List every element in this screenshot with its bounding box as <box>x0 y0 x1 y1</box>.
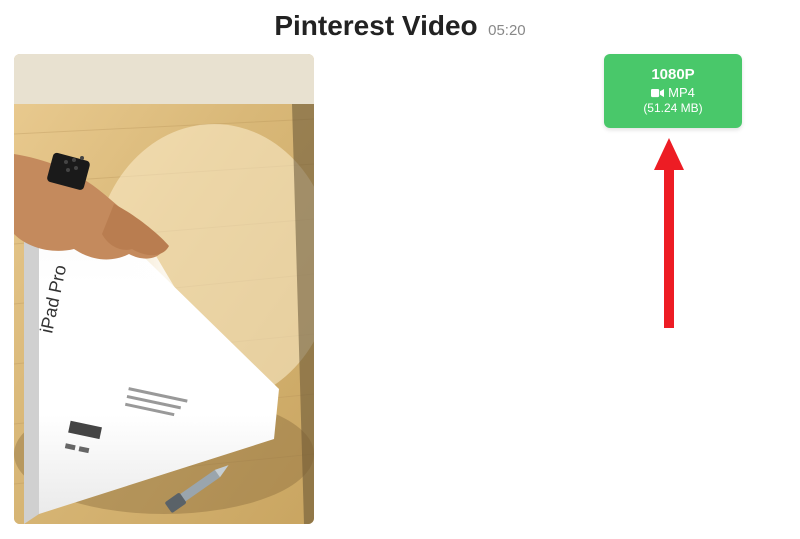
video-duration: 05:20 <box>488 22 526 39</box>
filesize-label: (51.24 MB) <box>612 101 734 117</box>
download-button[interactable]: 1080P MP4 (51.24 MB) <box>604 54 742 128</box>
resolution-label: 1080P <box>612 65 734 85</box>
page-title: Pinterest Video <box>274 10 477 41</box>
format-row: MP4 <box>612 85 734 102</box>
annotation-arrow <box>654 138 684 328</box>
format-label: MP4 <box>668 85 695 102</box>
video-thumbnail[interactable]: iPad Pro <box>14 54 314 524</box>
page-header: Pinterest Video 05:20 <box>0 0 800 54</box>
video-camera-icon <box>651 88 664 98</box>
